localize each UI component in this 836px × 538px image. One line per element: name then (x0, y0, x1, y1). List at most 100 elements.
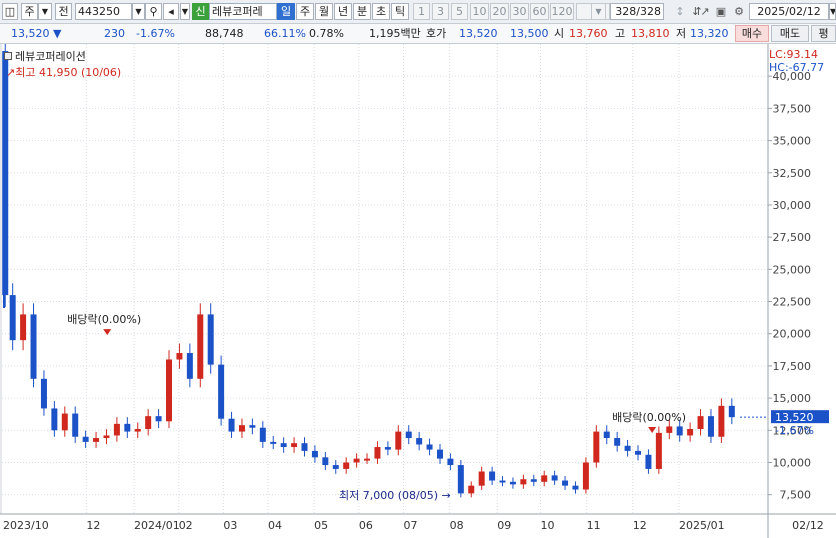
buy-button[interactable]: 매수 (735, 25, 769, 42)
candle-body (197, 314, 204, 379)
tab-tick[interactable]: 틱 (391, 3, 409, 20)
period-type-select[interactable]: 주 (21, 3, 38, 20)
x-tick-label: 10 (540, 519, 554, 532)
candle-body (509, 481, 516, 485)
interval-custom-dropdown-icon[interactable]: ▼ (591, 3, 606, 20)
y-tick-label: 30,000 (773, 199, 812, 212)
candle-body (666, 426, 673, 433)
period-type-dropdown-icon[interactable]: ▼ (38, 3, 52, 20)
all-time-low-label: 최저 7,000 (08/05) → (339, 489, 451, 502)
price-chart[interactable]: 40,00037,50035,00032,50030,00027,50025,0… (0, 0, 836, 538)
candle-body (374, 447, 381, 459)
x-tick-label: 09 (497, 519, 511, 532)
low-label: 저 (676, 27, 687, 40)
candle-body (207, 314, 214, 365)
new-listing-badge: 신 (192, 3, 209, 20)
candle-body (72, 413, 79, 437)
tab-year[interactable]: 년 (334, 3, 352, 20)
x-tick-label: 06 (359, 519, 373, 532)
candle-body (30, 314, 37, 379)
x-tick-label: 2025/01 (679, 519, 725, 532)
sell-button[interactable]: 매도 (771, 25, 809, 42)
candle-body (103, 435, 110, 439)
candle-body (436, 449, 443, 459)
x-tick-label: 02 (179, 519, 193, 532)
y-tick-label: 10,000 (773, 456, 812, 469)
volume: 88,748 (205, 27, 244, 40)
current-change-label: -1.67% (775, 424, 814, 437)
candle-body (707, 416, 714, 437)
candle-body (593, 431, 600, 463)
bid-price: 13,500 (510, 27, 549, 40)
interval-1[interactable]: 1 (413, 3, 430, 20)
y-tick-label: 20,000 (773, 328, 812, 341)
speaker-dropdown-icon[interactable]: ▼ (180, 3, 190, 20)
tab-day[interactable]: 일 (277, 3, 295, 20)
open-price: 13,760 (569, 27, 608, 40)
open-label: 시 (554, 27, 565, 40)
x-tick-label: 04 (268, 519, 282, 532)
date-field[interactable]: 2025/02/12 (749, 3, 829, 20)
candle-body (155, 416, 162, 422)
date-calendar-icon[interactable]: ▼ (829, 3, 836, 20)
candle-body (186, 353, 193, 379)
x-tick-label: 02/12 (792, 519, 824, 532)
chart-type-icon[interactable]: ↗ (697, 3, 713, 20)
stock-name-field[interactable]: 레뷰코퍼레 (209, 3, 277, 20)
legend-toggle-icon[interactable] (4, 52, 12, 60)
high-price: 13,810 (631, 27, 670, 40)
candle-body (51, 408, 58, 431)
high-label: 고 (615, 27, 626, 40)
candle-body (280, 443, 287, 448)
interval-30[interactable]: 30 (510, 3, 529, 20)
candle-body (124, 423, 131, 432)
tab-second[interactable]: 초 (372, 3, 390, 20)
tab-week[interactable]: 주 (296, 3, 314, 20)
candle-body (562, 480, 569, 486)
gear-icon[interactable]: ⚙ (731, 3, 747, 20)
candle-body (728, 405, 735, 418)
search-icon[interactable]: ⚲ (145, 3, 162, 20)
interval-5[interactable]: 5 (451, 3, 468, 20)
lc-indicator: LC:93.14 (769, 48, 819, 61)
stock-code-input[interactable]: 443250 (75, 3, 132, 20)
candle-body (447, 458, 454, 466)
interval-3[interactable]: 3 (432, 3, 449, 20)
candle-body (655, 432, 662, 469)
candle-body (134, 429, 141, 432)
candle-body (166, 359, 173, 422)
interval-10[interactable]: 10 (470, 3, 489, 20)
interval-120[interactable]: 120 (550, 3, 574, 20)
prefix-button[interactable]: 전 (55, 3, 72, 20)
candle-body (82, 436, 89, 442)
candle-body (259, 427, 266, 442)
zoom-arrows-icon[interactable]: ↕ (672, 3, 688, 20)
chart-menu-icon[interactable]: ◫ (2, 3, 18, 20)
candle-body (395, 431, 402, 450)
candle-body (624, 445, 631, 451)
interval-20[interactable]: 20 (490, 3, 509, 20)
y-tick-label: 25,000 (773, 263, 812, 276)
x-tick-label: 03 (223, 519, 237, 532)
candle-body (353, 458, 360, 463)
turnover-rate: 0.78% (309, 27, 344, 40)
bar-count-field[interactable]: 328/328 (610, 3, 664, 20)
tab-minute[interactable]: 분 (353, 3, 371, 20)
eval-button[interactable]: 평 (811, 25, 836, 42)
x-tick-label: 05 (314, 519, 328, 532)
save-icon[interactable]: ▣ (713, 3, 729, 20)
candle-body (489, 471, 496, 481)
trade-amount: 1,195백만 (369, 27, 421, 40)
quote-bar: 13,520 ▼ 230 -1.67% 88,748 66.11% 0.78% … (0, 24, 836, 44)
candle-body (238, 425, 245, 432)
interval-60[interactable]: 60 (530, 3, 549, 20)
x-tick-label: 11 (587, 519, 601, 532)
y-tick-label: 35,000 (773, 135, 812, 148)
hoga-label: 호가 (426, 27, 447, 40)
candle-body (551, 475, 558, 481)
stock-code-dropdown-icon[interactable]: ▼ (132, 3, 145, 20)
all-time-high-label: ↗최고 41,950 (10/06) (6, 66, 122, 79)
tab-month[interactable]: 월 (315, 3, 333, 20)
speaker-icon[interactable]: ◂ (163, 3, 179, 20)
candle-body (93, 438, 100, 442)
